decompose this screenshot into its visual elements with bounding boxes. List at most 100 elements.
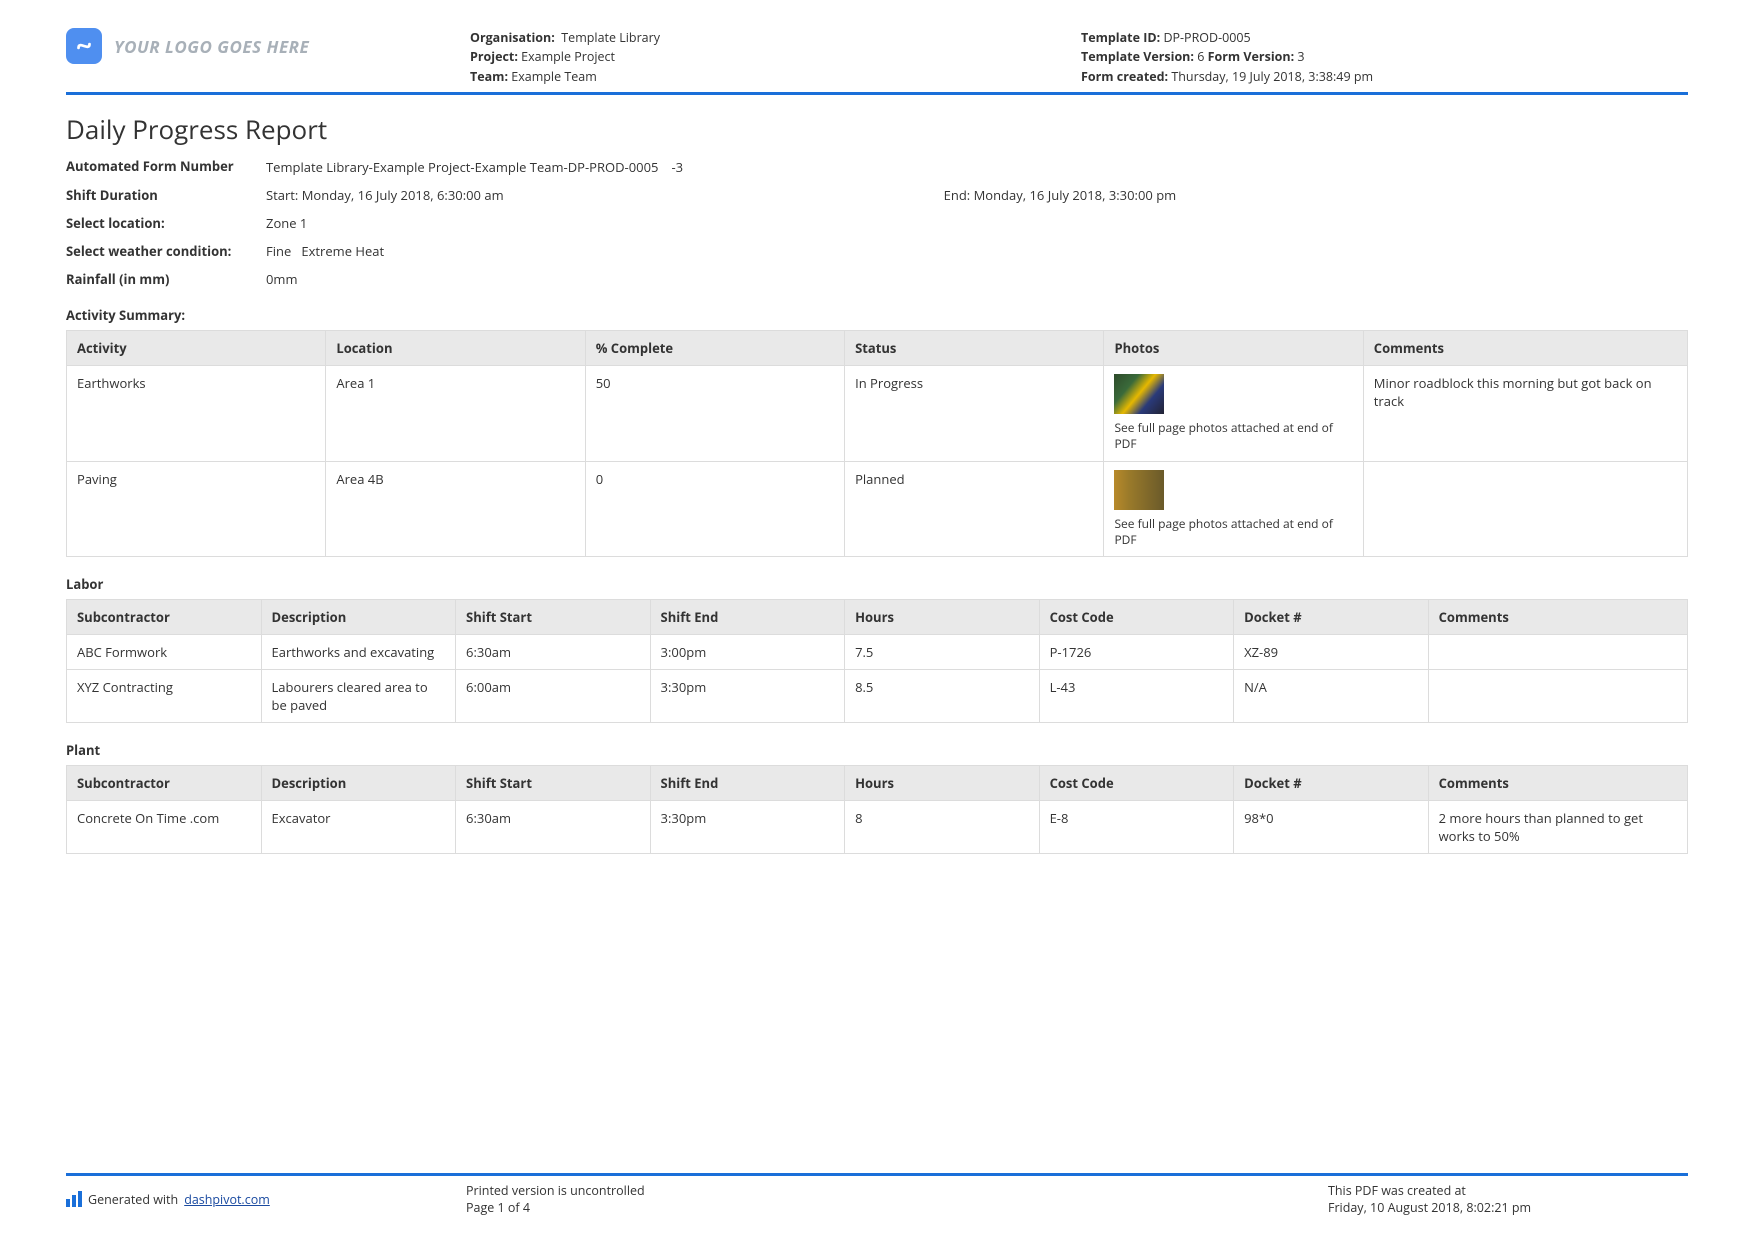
form-created-value: Thursday, 19 July 2018, 3:38:49 pm [1171,68,1373,85]
page-header: YOUR LOGO GOES HERE Organisation: Templa… [66,28,1688,95]
form-version-value: 3 [1297,48,1304,65]
template-version-value: 6 [1197,48,1204,65]
table-row: Earthworks Area 1 50 In Progress See ful… [67,366,1688,461]
docket-cell: 98*0 [1234,800,1429,853]
footer-generated: Generated with dashpivot.com [66,1182,466,1216]
labor-th-comments: Comments [1428,599,1687,634]
sub-cell: XYZ Contracting [67,669,262,722]
end-cell: 3:30pm [650,800,845,853]
table-row: Paving Area 4B 0 Planned See full page p… [67,461,1688,556]
template-version-label: Template Version: [1081,48,1194,65]
activity-summary-label: Activity Summary: [66,306,1688,324]
cost-cell: E-8 [1039,800,1234,853]
team-value: Example Team [511,68,597,85]
desc-cell: Labourers cleared area to be paved [261,669,456,722]
activity-th-photos: Photos [1104,331,1363,366]
hours-cell: 7.5 [845,634,1040,669]
form-version-label: Form Version: [1208,48,1295,65]
activity-th-activity: Activity [67,331,326,366]
end-cell: 3:30pm [650,669,845,722]
photo-note: See full page photos attached at end of … [1114,516,1352,548]
template-id-value: DP-PROD-0005 [1163,29,1250,46]
labor-th-cost: Cost Code [1039,599,1234,634]
start-cell: 6:30am [456,634,651,669]
table-row: ABC Formwork Earthworks and excavating 6… [67,634,1688,669]
project-label: Project: [470,48,518,65]
plant-th-cost: Cost Code [1039,765,1234,800]
page-indicator: Page 1 of 4 [466,1199,1328,1216]
hours-cell: 8 [845,800,1040,853]
labor-th-end: Shift End [650,599,845,634]
activity-th-comments: Comments [1363,331,1687,366]
page-title: Daily Progress Report [66,111,1688,147]
status-cell: Planned [845,461,1104,556]
desc-cell: Excavator [261,800,456,853]
form-created-label: Form created: [1081,68,1168,85]
plant-th-desc: Description [261,765,456,800]
start-cell: 6:00am [456,669,651,722]
shift-start-value: Start: Monday, 16 July 2018, 6:30:00 am [266,186,504,204]
photo-thumbnail-icon [1114,374,1164,414]
logo-icon [66,28,102,64]
org-label: Organisation: [470,29,555,46]
pct-cell: 50 [585,366,844,461]
created-at-value: Friday, 10 August 2018, 8:02:21 pm [1328,1199,1688,1216]
labor-th-hours: Hours [845,599,1040,634]
weather-label: Select weather condition: [66,242,266,260]
labor-th-sub: Subcontractor [67,599,262,634]
activity-table: Activity Location % Complete Status Phot… [66,330,1688,557]
org-value: Template Library [561,29,660,46]
end-cell: 3:00pm [650,634,845,669]
location-cell: Area 4B [326,461,585,556]
plant-th-docket: Docket # [1234,765,1429,800]
table-row: XYZ Contracting Labourers cleared area t… [67,669,1688,722]
dashpivot-link[interactable]: dashpivot.com [184,1191,270,1208]
shift-duration-label: Shift Duration [66,186,266,204]
activity-cell: Earthworks [67,366,326,461]
photo-note: See full page photos attached at end of … [1114,420,1352,452]
header-meta-right: Template ID: DP-PROD-0005 Template Versi… [1077,28,1688,86]
desc-cell: Earthworks and excavating [261,634,456,669]
rainfall-label: Rainfall (in mm) [66,270,266,288]
location-cell: Area 1 [326,366,585,461]
plant-th-start: Shift Start [456,765,651,800]
activity-th-pct: % Complete [585,331,844,366]
photos-cell: See full page photos attached at end of … [1104,366,1363,461]
plant-th-comments: Comments [1428,765,1687,800]
labor-th-start: Shift Start [456,599,651,634]
activity-cell: Paving [67,461,326,556]
activity-th-location: Location [326,331,585,366]
logo-placeholder-text: YOUR LOGO GOES HERE [114,35,309,58]
cost-cell: L-43 [1039,669,1234,722]
project-value: Example Project [521,48,615,65]
sub-cell: ABC Formwork [67,634,262,669]
form-fields: Automated Form Number Template Library-E… [66,157,1688,288]
plant-th-end: Shift End [650,765,845,800]
comments-cell [1428,634,1687,669]
plant-label: Plant [66,741,1688,759]
afn-label: Automated Form Number [66,157,266,175]
uncontrolled-text: Printed version is uncontrolled [466,1182,1328,1199]
created-at-label: This PDF was created at [1328,1182,1688,1199]
team-label: Team: [470,68,508,85]
location-value: Zone 1 [266,214,307,232]
status-cell: In Progress [845,366,1104,461]
template-id-label: Template ID: [1081,29,1160,46]
page-footer: Generated with dashpivot.com Printed ver… [66,1173,1688,1216]
header-meta-left: Organisation: Template Library Project: … [466,28,1077,86]
photo-thumbnail-icon [1114,470,1164,510]
plant-table: Subcontractor Description Shift Start Sh… [66,765,1688,854]
comments-cell: Minor roadblock this morning but got bac… [1363,366,1687,461]
location-label: Select location: [66,214,266,232]
rainfall-value: 0mm [266,270,298,288]
bars-icon [66,1191,82,1207]
weather-value: Fine Extreme Heat [266,242,384,260]
photos-cell: See full page photos attached at end of … [1104,461,1363,556]
comments-cell: 2 more hours than planned to get works t… [1428,800,1687,853]
generated-prefix: Generated with [88,1191,178,1208]
labor-th-desc: Description [261,599,456,634]
afn-value: Template Library-Example Project-Example… [266,157,683,176]
plant-th-sub: Subcontractor [67,765,262,800]
docket-cell: XZ-89 [1234,634,1429,669]
table-row: Concrete On Time .com Excavator 6:30am 3… [67,800,1688,853]
